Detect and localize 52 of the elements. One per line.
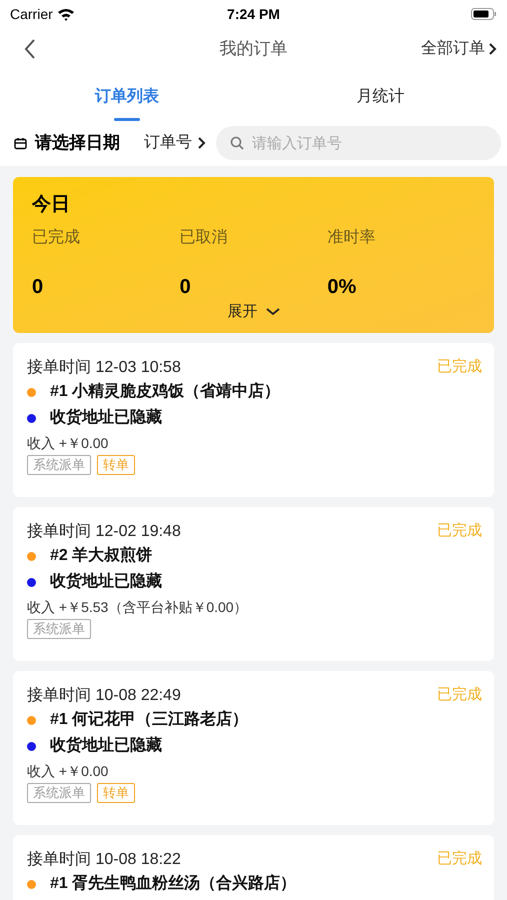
expand-button[interactable]: 展开: [228, 300, 280, 323]
carrier-label: Carrier: [10, 4, 53, 24]
income-text: 收入 +￥0.00: [27, 762, 110, 781]
stat-value: 0: [32, 274, 44, 300]
clock-time: 7:24 PM: [227, 4, 280, 24]
tab[interactable]: 订单列表: [0, 72, 254, 122]
stat-label: 已完成: [32, 228, 81, 248]
all-orders-link[interactable]: 全部订单: [421, 37, 497, 61]
order-status: 已完成: [437, 357, 482, 377]
stat-label: 已取消: [180, 228, 229, 248]
address-text: 收货地址已隐藏: [50, 735, 162, 756]
search-field[interactable]: 请输入订单号: [216, 126, 501, 160]
order-tag: 系统派单: [27, 619, 91, 639]
shop-name: #1 小精灵脆皮鸡饭（省靖中店）: [50, 381, 280, 402]
order-status: 已完成: [437, 849, 482, 869]
battery-icon: [471, 8, 497, 20]
date-picker[interactable]: 请选择日期: [14, 130, 120, 156]
wifi-icon: [56, 7, 75, 21]
order-tag: 系统派单: [27, 783, 91, 803]
page-title: 我的订单: [220, 38, 288, 60]
card-title: 今日: [32, 193, 71, 217]
calendar-icon: [14, 136, 27, 150]
order-tag: 转单: [97, 455, 135, 475]
order-time: 接单时间 10-08 22:49: [27, 686, 181, 706]
order-status: 已完成: [437, 685, 482, 705]
order-tag: 系统派单: [27, 455, 91, 475]
order-time: 接单时间 12-03 10:58: [27, 358, 181, 378]
order-card[interactable]: 接单时间 10-08 18:22 已完成 #1 胥先生鸭血粉丝汤（合兴路店）: [13, 835, 494, 900]
order-status: 已完成: [437, 521, 482, 541]
address-text: 收货地址已隐藏: [50, 407, 162, 428]
tab[interactable]: 月统计: [254, 72, 507, 122]
order-card[interactable]: 接单时间 10-08 22:49 已完成 #1 何记花甲（三江路老店） 收货地址已隐藏 收入 +￥0.00 系统派单 转单: [13, 671, 494, 825]
income-text: 收入 +￥5.53（含平台补贴￥0.00）: [27, 598, 249, 617]
chevron-right-icon: [197, 136, 206, 150]
stat-value: 0: [180, 274, 192, 300]
income-text: 收入 +￥0.00: [27, 434, 110, 453]
order-time: 接单时间 10-08 18:22: [27, 850, 181, 870]
back-icon: [22, 37, 36, 61]
shop-name: #2 羊大叔煎饼: [50, 545, 152, 566]
order-number-dropdown[interactable]: 订单号: [144, 131, 206, 155]
chevron-right-icon: [488, 42, 497, 56]
search-icon: [230, 136, 244, 150]
order-card[interactable]: 接单时间 12-03 10:58 已完成 #1 小精灵脆皮鸡饭（省靖中店） 收货地址已隐藏 收入 +￥0.00 系统派单 转单: [13, 343, 494, 497]
order-time: 接单时间 12-02 19:48: [27, 522, 181, 542]
address-text: 收货地址已隐藏: [50, 571, 162, 592]
order-card[interactable]: 接单时间 12-02 19:48 已完成 #2 羊大叔煎饼 收货地址已隐藏 收入 +￥5.53（含平台补贴￥0.00） 系统派单: [13, 507, 494, 661]
stat-value: 0%: [327, 274, 358, 300]
shop-name: #1 胥先生鸭血粉丝汤（合兴路店）: [50, 873, 296, 894]
shop-name: #1 何记花甲（三江路老店）: [50, 709, 248, 730]
stat-label: 准时率: [327, 228, 376, 248]
chevron-down-icon: [266, 308, 280, 316]
order-tag: 转单: [97, 783, 135, 803]
